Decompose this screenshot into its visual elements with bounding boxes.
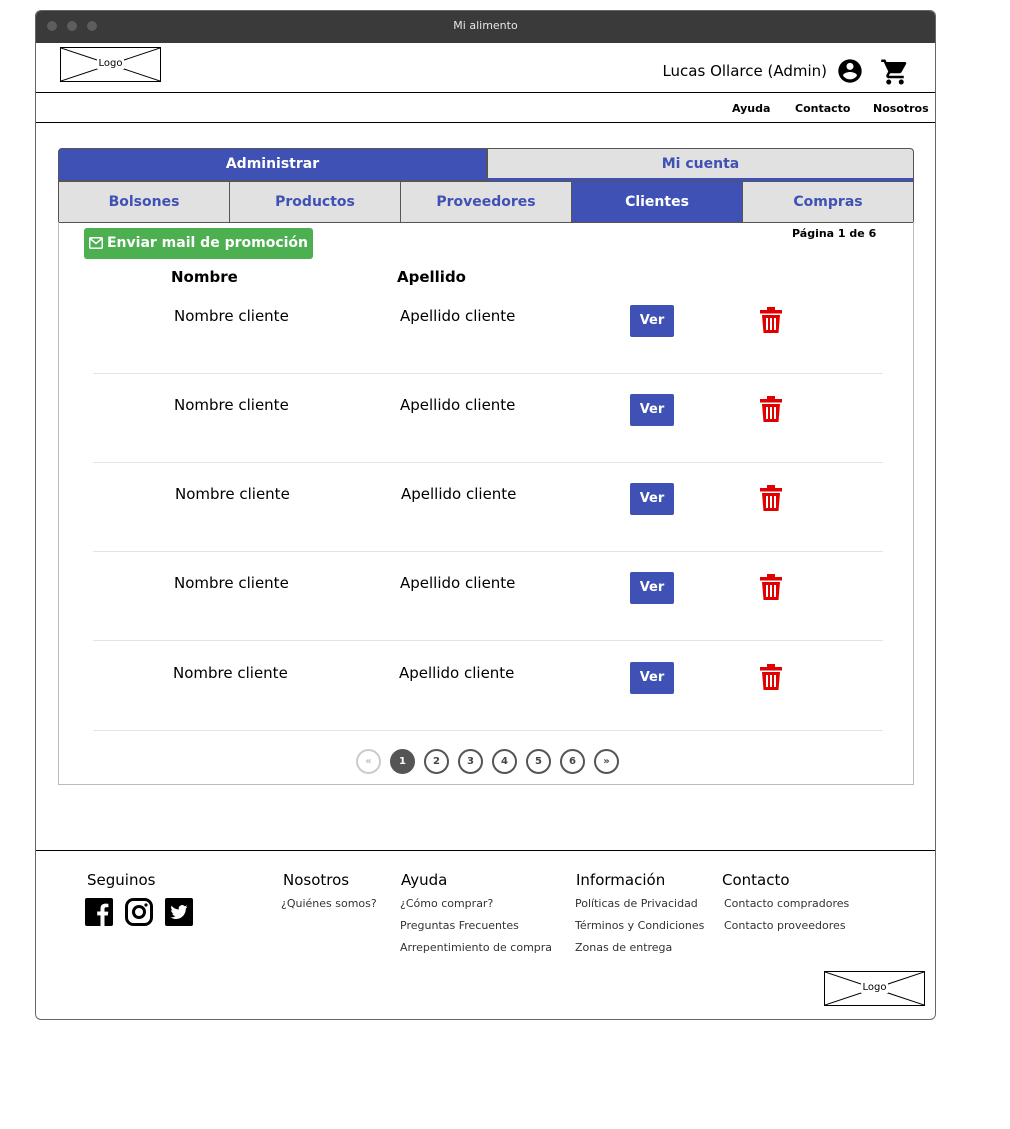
footer-logo-label: Logo bbox=[860, 982, 889, 993]
trash-icon[interactable] bbox=[760, 396, 782, 422]
table-row: Nombre cliente Apellido cliente Ver bbox=[93, 374, 883, 463]
pagination-page-2[interactable]: 2 bbox=[424, 749, 449, 774]
header-logo-label: Logo bbox=[96, 58, 125, 69]
tab-administrar[interactable]: Administrar bbox=[58, 148, 487, 181]
nav-top-divider bbox=[36, 92, 935, 93]
footer-link-contacto-proveedores[interactable]: Contacto proveedores bbox=[724, 919, 846, 932]
subtab-productos[interactable]: Productos bbox=[229, 181, 401, 223]
instagram-icon[interactable] bbox=[125, 898, 153, 926]
envelope-icon bbox=[88, 237, 103, 249]
view-client-button[interactable]: Ver bbox=[630, 572, 674, 604]
client-name: Nombre cliente bbox=[174, 307, 289, 325]
client-name: Nombre cliente bbox=[173, 664, 288, 682]
trash-icon[interactable] bbox=[760, 664, 782, 690]
double-chevron-right-icon: » bbox=[603, 756, 610, 767]
footer-link-como-comprar[interactable]: ¿Cómo comprar? bbox=[400, 897, 493, 910]
footer-heading-contacto: Contacto bbox=[722, 871, 790, 889]
double-chevron-left-icon: « bbox=[365, 756, 372, 767]
pagination-last-button[interactable]: » bbox=[594, 749, 619, 774]
subtab-clientes[interactable]: Clientes bbox=[571, 181, 743, 223]
footer-divider bbox=[36, 850, 935, 851]
table-row: Nombre cliente Apellido cliente Ver bbox=[93, 463, 883, 552]
window-title: Mi alimento bbox=[453, 19, 518, 32]
pagination-page-1[interactable]: 1 bbox=[390, 749, 415, 774]
footer-link-politicas-privacidad[interactable]: Políticas de Privacidad bbox=[575, 897, 698, 910]
client-name: Nombre cliente bbox=[175, 485, 290, 503]
view-client-button[interactable]: Ver bbox=[630, 483, 674, 515]
footer-link-quienes-somos[interactable]: ¿Quiénes somos? bbox=[281, 897, 377, 910]
header-logo[interactable]: Logo bbox=[60, 47, 161, 82]
twitter-icon[interactable] bbox=[165, 898, 193, 926]
nav-link-contacto[interactable]: Contacto bbox=[795, 102, 850, 115]
send-promo-mail-button[interactable]: Enviar mail de promoción bbox=[84, 228, 313, 259]
nav-link-nosotros[interactable]: Nosotros bbox=[873, 102, 929, 115]
client-lastname: Apellido cliente bbox=[400, 574, 516, 592]
trash-icon[interactable] bbox=[760, 574, 782, 600]
pagination-page-6[interactable]: 6 bbox=[560, 749, 585, 774]
pagination-first-button[interactable]: « bbox=[356, 749, 381, 774]
send-promo-mail-label: Enviar mail de promoción bbox=[106, 235, 308, 251]
client-name: Nombre cliente bbox=[174, 574, 289, 592]
pagination-page-5[interactable]: 5 bbox=[526, 749, 551, 774]
trash-icon[interactable] bbox=[760, 485, 782, 511]
subtab-compras[interactable]: Compras bbox=[742, 181, 914, 223]
view-client-button[interactable]: Ver bbox=[630, 394, 674, 426]
account-circle-icon[interactable] bbox=[836, 57, 864, 85]
client-lastname: Apellido cliente bbox=[400, 396, 516, 414]
view-client-button[interactable]: Ver bbox=[630, 662, 674, 694]
table-row: Nombre cliente Apellido cliente Ver bbox=[93, 552, 883, 641]
page-info: Página 1 de 6 bbox=[792, 227, 877, 240]
nav-bottom-divider bbox=[36, 122, 935, 123]
footer-heading-nosotros: Nosotros bbox=[283, 871, 350, 889]
subtab-proveedores[interactable]: Proveedores bbox=[400, 181, 572, 223]
pagination-page-3[interactable]: 3 bbox=[458, 749, 483, 774]
pagination-page-4[interactable]: 4 bbox=[492, 749, 517, 774]
column-header-nombre: Nombre bbox=[171, 268, 238, 286]
footer-link-preguntas-frecuentes[interactable]: Preguntas Frecuentes bbox=[400, 919, 519, 932]
trash-icon[interactable] bbox=[760, 307, 782, 333]
subtab-bolsones[interactable]: Bolsones bbox=[58, 181, 230, 223]
footer-heading-seguinos: Seguinos bbox=[87, 871, 156, 889]
table-row: Nombre cliente Apellido cliente Ver bbox=[93, 285, 883, 374]
facebook-icon[interactable] bbox=[85, 898, 113, 926]
footer-logo[interactable]: Logo bbox=[824, 971, 925, 1006]
tab-mi-cuenta[interactable]: Mi cuenta bbox=[487, 148, 914, 181]
column-header-apellido: Apellido bbox=[397, 268, 466, 286]
window-titlebar: Mi alimento bbox=[36, 11, 935, 43]
footer-heading-informacion: Información bbox=[576, 871, 666, 889]
row-divider bbox=[93, 730, 883, 731]
footer-link-terminos-condiciones[interactable]: Términos y Condiciones bbox=[575, 919, 704, 932]
client-name: Nombre cliente bbox=[174, 396, 289, 414]
footer-link-zonas-entrega[interactable]: Zonas de entrega bbox=[575, 941, 672, 954]
footer-link-contacto-compradores[interactable]: Contacto compradores bbox=[724, 897, 849, 910]
nav-link-ayuda[interactable]: Ayuda bbox=[732, 102, 770, 115]
footer-heading-ayuda: Ayuda bbox=[401, 871, 448, 889]
footer-link-arrepentimiento[interactable]: Arrepentimiento de compra bbox=[400, 941, 552, 954]
table-row: Nombre cliente Apellido cliente Ver bbox=[93, 642, 883, 731]
browser-window: Mi alimento Logo Lucas Ollarce (Admin) A… bbox=[35, 10, 936, 1020]
client-lastname: Apellido cliente bbox=[401, 485, 517, 503]
shopping-cart-icon[interactable] bbox=[880, 57, 910, 87]
client-lastname: Apellido cliente bbox=[400, 307, 516, 325]
row-divider bbox=[93, 640, 883, 641]
client-lastname: Apellido cliente bbox=[399, 664, 515, 682]
view-client-button[interactable]: Ver bbox=[630, 305, 674, 337]
header-user-name[interactable]: Lucas Ollarce (Admin) bbox=[662, 62, 827, 80]
